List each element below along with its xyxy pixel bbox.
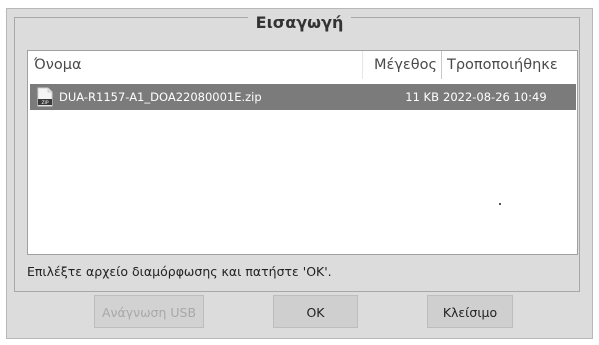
file-size: 11 KB	[405, 90, 439, 104]
file-row-selected[interactable]: ZIP DUA-R1157-A1_DOA22080001E.zip 11 KB …	[30, 84, 576, 110]
list-artifact-dot	[499, 203, 501, 205]
column-header-name[interactable]: Όνομα	[28, 51, 362, 79]
file-name: DUA-R1157-A1_DOA22080001E.zip	[59, 90, 262, 104]
zip-file-icon: ZIP	[37, 87, 53, 107]
dialog-title: Εισαγωγή	[0, 13, 599, 33]
column-header-size[interactable]: Μέγεθος	[362, 51, 441, 79]
column-header-modified[interactable]: Τροποποιήθηκε	[441, 51, 577, 79]
file-modified: 2022-08-26 10:49	[443, 90, 547, 104]
read-usb-button[interactable]: Ανάγνωση USB	[94, 295, 204, 328]
ok-button[interactable]: OK	[273, 295, 358, 328]
dialog-title-text: Εισαγωγή	[247, 13, 352, 32]
file-list[interactable]: Όνομα Μέγεθος Τροποποιήθηκε ZIP DUA-R115…	[27, 50, 578, 255]
svg-text:ZIP: ZIP	[41, 100, 48, 106]
status-text: Επιλέξτε αρχείο διαμόρφωσης και πατήστε …	[27, 264, 332, 279]
file-list-header: Όνομα Μέγεθος Τροποποιήθηκε	[28, 51, 577, 79]
close-button[interactable]: Κλείσιμο	[427, 295, 513, 328]
